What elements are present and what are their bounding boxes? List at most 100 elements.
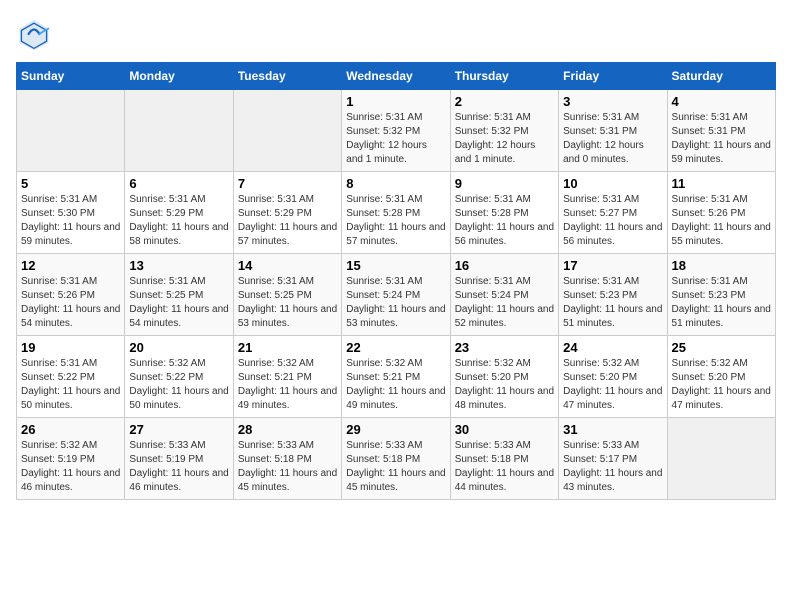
cell-details: Sunrise: 5:31 AMSunset: 5:25 PMDaylight:… xyxy=(238,275,337,331)
cell-details: Sunrise: 5:33 AMSunset: 5:18 PMDaylight:… xyxy=(346,439,445,495)
day-number: 26 xyxy=(21,422,120,437)
cell-details: Sunrise: 5:31 AMSunset: 5:24 PMDaylight:… xyxy=(346,275,445,331)
cell-details: Sunrise: 5:33 AMSunset: 5:17 PMDaylight:… xyxy=(563,439,662,495)
calendar-cell: 2 Sunrise: 5:31 AMSunset: 5:32 PMDaylight… xyxy=(450,90,558,172)
calendar-cell: 1 Sunrise: 5:31 AMSunset: 5:32 PMDaylight… xyxy=(342,90,450,172)
day-number: 30 xyxy=(455,422,554,437)
calendar-cell: 3 Sunrise: 5:31 AMSunset: 5:31 PMDaylight… xyxy=(559,90,667,172)
day-number: 24 xyxy=(563,340,662,355)
calendar-header: SundayMondayTuesdayWednesdayThursdayFrid… xyxy=(17,63,776,90)
cell-details: Sunrise: 5:32 AMSunset: 5:21 PMDaylight:… xyxy=(346,357,445,413)
weekday-header: Thursday xyxy=(450,63,558,90)
day-number: 8 xyxy=(346,176,445,191)
day-number: 25 xyxy=(672,340,771,355)
cell-details: Sunrise: 5:33 AMSunset: 5:18 PMDaylight:… xyxy=(455,439,554,495)
cell-details: Sunrise: 5:33 AMSunset: 5:19 PMDaylight:… xyxy=(129,439,228,495)
cell-details: Sunrise: 5:31 AMSunset: 5:25 PMDaylight:… xyxy=(129,275,228,331)
cell-details: Sunrise: 5:32 AMSunset: 5:21 PMDaylight:… xyxy=(238,357,337,413)
day-number: 28 xyxy=(238,422,337,437)
calendar-cell xyxy=(667,418,775,500)
day-number: 10 xyxy=(563,176,662,191)
calendar-cell: 15 Sunrise: 5:31 AMSunset: 5:24 PMDayligh… xyxy=(342,254,450,336)
cell-details: Sunrise: 5:32 AMSunset: 5:20 PMDaylight:… xyxy=(563,357,662,413)
logo-icon xyxy=(16,16,52,52)
cell-details: Sunrise: 5:31 AMSunset: 5:28 PMDaylight:… xyxy=(455,193,554,249)
calendar-cell: 25 Sunrise: 5:32 AMSunset: 5:20 PMDayligh… xyxy=(667,336,775,418)
day-number: 6 xyxy=(129,176,228,191)
calendar-cell: 18 Sunrise: 5:31 AMSunset: 5:23 PMDayligh… xyxy=(667,254,775,336)
weekday-header: Monday xyxy=(125,63,233,90)
logo xyxy=(16,16,58,52)
day-number: 20 xyxy=(129,340,228,355)
calendar-cell: 12Sunrise: 5:31 AMSunset: 5:26 PMDayligh… xyxy=(17,254,125,336)
day-number: 15 xyxy=(346,258,445,273)
calendar-cell: 6 Sunrise: 5:31 AMSunset: 5:29 PMDaylight… xyxy=(125,172,233,254)
calendar-cell: 8Sunrise: 5:31 AMSunset: 5:28 PMDaylight… xyxy=(342,172,450,254)
cell-details: Sunrise: 5:31 AMSunset: 5:24 PMDaylight:… xyxy=(455,275,554,331)
calendar-cell xyxy=(233,90,341,172)
cell-details: Sunrise: 5:31 AMSunset: 5:29 PMDaylight:… xyxy=(129,193,228,249)
weekday-header: Wednesday xyxy=(342,63,450,90)
day-number: 1 xyxy=(346,94,445,109)
cell-details: Sunrise: 5:31 AMSunset: 5:32 PMDaylight:… xyxy=(346,111,445,167)
calendar-cell xyxy=(17,90,125,172)
cell-details: Sunrise: 5:31 AMSunset: 5:26 PMDaylight:… xyxy=(672,193,771,249)
weekday-header: Friday xyxy=(559,63,667,90)
day-number: 16 xyxy=(455,258,554,273)
day-number: 11 xyxy=(672,176,771,191)
day-number: 17 xyxy=(563,258,662,273)
day-number: 19 xyxy=(21,340,120,355)
calendar-cell: 31Sunrise: 5:33 AMSunset: 5:17 PMDayligh… xyxy=(559,418,667,500)
weekday-header: Tuesday xyxy=(233,63,341,90)
cell-details: Sunrise: 5:31 AMSunset: 5:31 PMDaylight:… xyxy=(563,111,662,167)
day-number: 5 xyxy=(21,176,120,191)
calendar-cell: 27 Sunrise: 5:33 AMSunset: 5:19 PMDayligh… xyxy=(125,418,233,500)
page-header xyxy=(16,16,776,52)
calendar-cell: 7Sunrise: 5:31 AMSunset: 5:29 PMDaylight… xyxy=(233,172,341,254)
day-number: 29 xyxy=(346,422,445,437)
calendar-cell: 21 Sunrise: 5:32 AMSunset: 5:21 PMDayligh… xyxy=(233,336,341,418)
cell-details: Sunrise: 5:32 AMSunset: 5:20 PMDaylight:… xyxy=(455,357,554,413)
weekday-header: Saturday xyxy=(667,63,775,90)
calendar-cell: 11 Sunrise: 5:31 AMSunset: 5:26 PMDayligh… xyxy=(667,172,775,254)
day-number: 4 xyxy=(672,94,771,109)
calendar-cell: 14Sunrise: 5:31 AMSunset: 5:25 PMDayligh… xyxy=(233,254,341,336)
calendar-cell: 23Sunrise: 5:32 AMSunset: 5:20 PMDayligh… xyxy=(450,336,558,418)
calendar-cell: 20 Sunrise: 5:32 AMSunset: 5:22 PMDayligh… xyxy=(125,336,233,418)
cell-details: Sunrise: 5:31 AMSunset: 5:30 PMDaylight:… xyxy=(21,193,120,249)
cell-details: Sunrise: 5:31 AMSunset: 5:27 PMDaylight:… xyxy=(563,193,662,249)
day-number: 21 xyxy=(238,340,337,355)
day-number: 22 xyxy=(346,340,445,355)
calendar-cell: 5 Sunrise: 5:31 AMSunset: 5:30 PMDaylight… xyxy=(17,172,125,254)
day-number: 12 xyxy=(21,258,120,273)
calendar-cell: 26 Sunrise: 5:32 AMSunset: 5:19 PMDayligh… xyxy=(17,418,125,500)
calendar-week-row: 5 Sunrise: 5:31 AMSunset: 5:30 PMDaylight… xyxy=(17,172,776,254)
calendar-cell: 30 Sunrise: 5:33 AMSunset: 5:18 PMDayligh… xyxy=(450,418,558,500)
weekday-header-row: SundayMondayTuesdayWednesdayThursdayFrid… xyxy=(17,63,776,90)
cell-details: Sunrise: 5:31 AMSunset: 5:22 PMDaylight:… xyxy=(21,357,120,413)
calendar-cell: 13Sunrise: 5:31 AMSunset: 5:25 PMDayligh… xyxy=(125,254,233,336)
cell-details: Sunrise: 5:31 AMSunset: 5:23 PMDaylight:… xyxy=(672,275,771,331)
day-number: 18 xyxy=(672,258,771,273)
day-number: 7 xyxy=(238,176,337,191)
calendar-cell: 16 Sunrise: 5:31 AMSunset: 5:24 PMDayligh… xyxy=(450,254,558,336)
calendar-cell: 19 Sunrise: 5:31 AMSunset: 5:22 PMDayligh… xyxy=(17,336,125,418)
cell-details: Sunrise: 5:31 AMSunset: 5:32 PMDaylight:… xyxy=(455,111,554,167)
day-number: 2 xyxy=(455,94,554,109)
day-number: 27 xyxy=(129,422,228,437)
cell-details: Sunrise: 5:33 AMSunset: 5:18 PMDaylight:… xyxy=(238,439,337,495)
cell-details: Sunrise: 5:32 AMSunset: 5:22 PMDaylight:… xyxy=(129,357,228,413)
cell-details: Sunrise: 5:32 AMSunset: 5:19 PMDaylight:… xyxy=(21,439,120,495)
day-number: 9 xyxy=(455,176,554,191)
calendar-cell: 22 Sunrise: 5:32 AMSunset: 5:21 PMDayligh… xyxy=(342,336,450,418)
calendar-cell: 9 Sunrise: 5:31 AMSunset: 5:28 PMDaylight… xyxy=(450,172,558,254)
weekday-header: Sunday xyxy=(17,63,125,90)
calendar: SundayMondayTuesdayWednesdayThursdayFrid… xyxy=(16,62,776,500)
calendar-cell: 10 Sunrise: 5:31 AMSunset: 5:27 PMDayligh… xyxy=(559,172,667,254)
calendar-cell: 28 Sunrise: 5:33 AMSunset: 5:18 PMDayligh… xyxy=(233,418,341,500)
cell-details: Sunrise: 5:32 AMSunset: 5:20 PMDaylight:… xyxy=(672,357,771,413)
calendar-cell: 17Sunrise: 5:31 AMSunset: 5:23 PMDayligh… xyxy=(559,254,667,336)
day-number: 3 xyxy=(563,94,662,109)
calendar-week-row: 26 Sunrise: 5:32 AMSunset: 5:19 PMDayligh… xyxy=(17,418,776,500)
calendar-week-row: 12Sunrise: 5:31 AMSunset: 5:26 PMDayligh… xyxy=(17,254,776,336)
